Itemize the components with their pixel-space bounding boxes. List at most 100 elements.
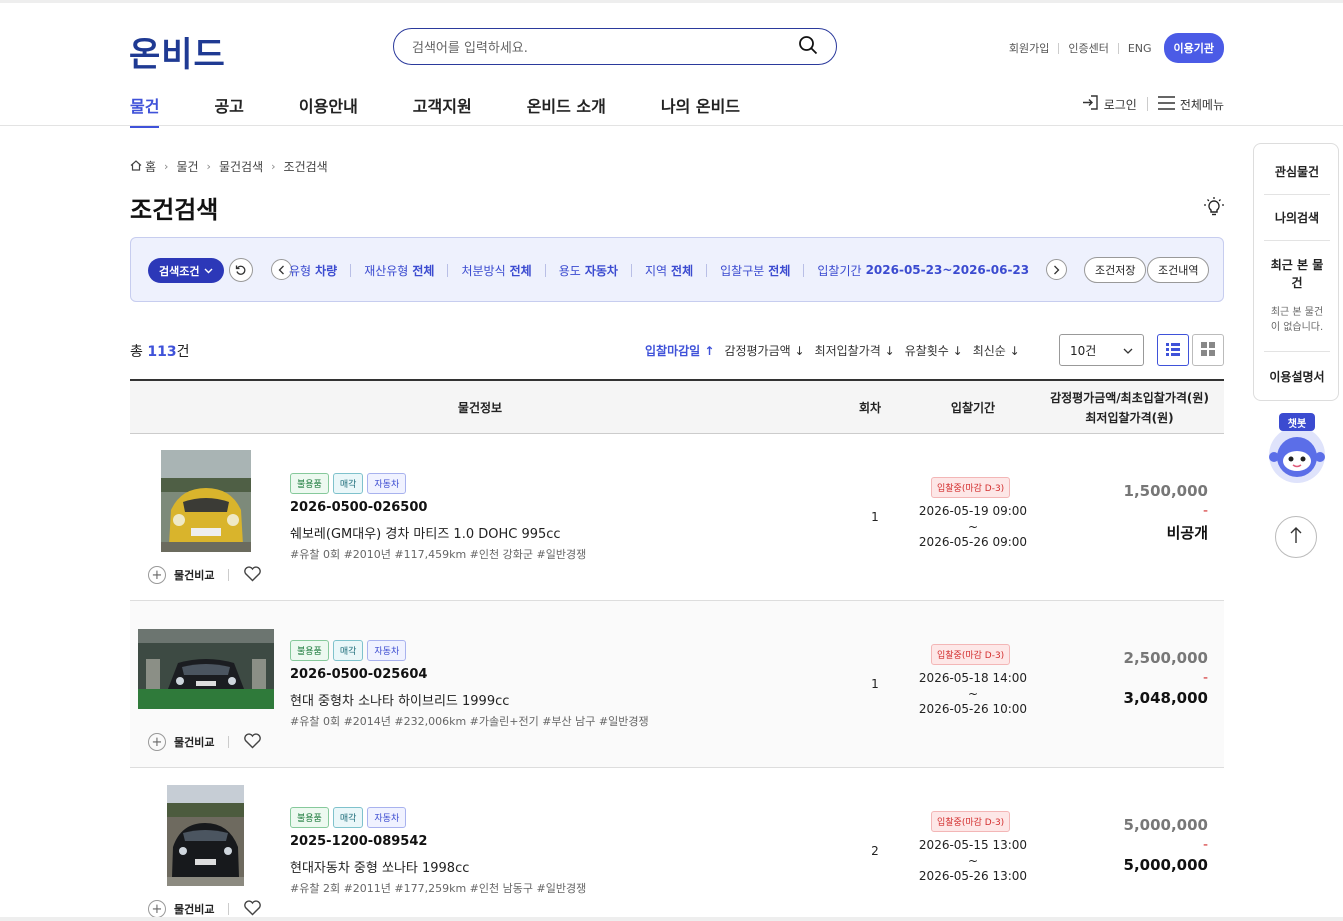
chevron-down-icon bbox=[1123, 343, 1133, 357]
nav-item-goods[interactable]: 물건 bbox=[130, 84, 160, 128]
heart-icon[interactable] bbox=[243, 565, 262, 585]
table-row[interactable]: + 물건비교 불용품 매각 자동차 2025-1200-089542 현대자동차… bbox=[130, 768, 1224, 918]
bid-period: 2026-05-18 14:00 ~ 2026-05-26 10:00 bbox=[910, 669, 1036, 719]
sort-appraisal[interactable]: 감정평가금액 ↓ bbox=[724, 342, 804, 359]
save-condition-button[interactable]: 조건저장 bbox=[1084, 257, 1147, 283]
condition-bid-type[interactable]: 입찰구분 전체 bbox=[720, 262, 817, 279]
table-row[interactable]: + 물건비교 불용품 매각 자동차 2026-0500-025604 현대 중형… bbox=[130, 601, 1224, 768]
nav-item-about[interactable]: 온비드 소개 bbox=[527, 84, 606, 128]
onbid-logo[interactable]: 온비드 bbox=[129, 27, 226, 76]
grid-view-button[interactable] bbox=[1192, 334, 1224, 366]
item-photo[interactable] bbox=[138, 629, 274, 709]
nav-item-my-onbid[interactable]: 나의 온비드 bbox=[661, 84, 740, 128]
divider bbox=[228, 569, 230, 581]
list-view-button[interactable] bbox=[1157, 334, 1189, 366]
recent-items-empty: 최근 본 물건 이 없습니다. bbox=[1262, 305, 1332, 335]
divider bbox=[1146, 97, 1148, 111]
page-size-select[interactable]: 10건 bbox=[1059, 334, 1144, 366]
english-link[interactable]: ENG bbox=[1128, 42, 1152, 55]
reset-icon[interactable] bbox=[229, 258, 253, 282]
item-tags: 불용품 매각 자동차 bbox=[290, 807, 407, 828]
recent-empty-line2: 이 없습니다. bbox=[1270, 322, 1324, 333]
scroll-right-icon[interactable] bbox=[1046, 259, 1067, 280]
search-placeholder[interactable]: 검색어를 입력하세요. bbox=[412, 37, 528, 56]
nav-item-guide[interactable]: 이용안내 bbox=[299, 84, 358, 128]
condition-disposal-method[interactable]: 처분방식 전체 bbox=[461, 262, 558, 279]
login-icon[interactable] bbox=[1082, 94, 1099, 114]
tag-surplus: 불용품 bbox=[290, 807, 329, 828]
plus-icon[interactable]: + bbox=[148, 566, 166, 584]
chevron-down-icon bbox=[204, 264, 213, 277]
tag-sale: 매각 bbox=[332, 807, 364, 828]
heart-icon[interactable] bbox=[243, 899, 262, 919]
scroll-top-button[interactable] bbox=[1275, 516, 1317, 558]
table-header: 물건정보 회차 입찰기간 감정평가금액/최초입찰가격(원) 최저입찰가격(원) bbox=[130, 379, 1224, 434]
condition-property-type[interactable]: 재산유형 전체 bbox=[364, 262, 461, 279]
grid-icon bbox=[1201, 341, 1215, 360]
search-condition-button[interactable]: 검색조건 bbox=[148, 258, 225, 283]
user-manual-link[interactable]: 이용설명서 bbox=[1254, 368, 1340, 385]
header-divider bbox=[0, 125, 1343, 126]
chatbot-button[interactable]: 챗봇 bbox=[1266, 413, 1328, 483]
plus-icon[interactable]: + bbox=[148, 900, 166, 918]
sort-bid-deadline[interactable]: 입찰마감일 ↑ bbox=[645, 342, 714, 359]
heart-icon[interactable] bbox=[243, 732, 262, 752]
col-info: 물건정보 bbox=[457, 400, 503, 415]
condition-list: 유형 차량 재산유형 전체 처분방식 전체 용도 자동차 지역 전체 입찰구분 전체 입찰기… bbox=[289, 259, 1049, 281]
hamburger-icon[interactable] bbox=[1157, 95, 1175, 113]
search-input[interactable]: 검색어를 입력하세요. bbox=[393, 28, 837, 65]
breadcrumb-goods[interactable]: 물건 bbox=[176, 158, 198, 175]
item-number[interactable]: 2026-0500-025604 bbox=[290, 667, 427, 682]
home-icon[interactable] bbox=[130, 159, 142, 174]
signup-link[interactable]: 회원가입 bbox=[1009, 40, 1049, 56]
min-bid-price: 5,000,000 bbox=[1123, 856, 1208, 874]
compare-button[interactable]: 물건비교 bbox=[174, 567, 214, 583]
search-icon[interactable] bbox=[798, 35, 818, 59]
nav-item-support[interactable]: 고객지원 bbox=[413, 84, 472, 128]
col-period: 입찰기간 bbox=[950, 400, 996, 415]
sort-options: 입찰마감일 ↑ 감정평가금액 ↓ 최저입찰가격 ↓ 유찰횟수 ↓ 최신순 ↓ bbox=[645, 342, 1030, 359]
status-badge: 입찰중(마감 D-3) bbox=[931, 477, 1011, 498]
item-name[interactable]: 쉐보레(GM대우) 경차 마티즈 1.0 DOHC 995cc bbox=[290, 523, 561, 542]
condition-region[interactable]: 지역 전체 bbox=[645, 262, 720, 279]
condition-bid-period[interactable]: 입찰기간 2026-05-23~2026-06-23 bbox=[817, 262, 1029, 279]
login-link[interactable]: 로그인 bbox=[1104, 96, 1137, 113]
top-border bbox=[0, 0, 1343, 3]
breadcrumb-goods-search[interactable]: 물건검색 bbox=[219, 158, 263, 175]
sort-min-price[interactable]: 최저입찰가격 ↓ bbox=[815, 342, 895, 359]
chevron-right-icon: › bbox=[206, 160, 211, 173]
nav-item-notice[interactable]: 공고 bbox=[214, 84, 243, 128]
compare-button[interactable]: 물건비교 bbox=[174, 901, 214, 917]
item-name[interactable]: 현대 중형차 소나타 하이브리드 1999cc bbox=[290, 690, 509, 709]
item-number[interactable]: 2026-0500-026500 bbox=[290, 500, 427, 515]
lightbulb-icon[interactable] bbox=[1203, 196, 1225, 222]
bid-period: 2026-05-15 13:00 ~ 2026-05-26 13:00 bbox=[910, 836, 1036, 886]
organization-button[interactable]: 이용기관 bbox=[1163, 33, 1224, 63]
breadcrumb-home[interactable]: 홈 bbox=[145, 158, 156, 175]
favorite-items-link[interactable]: 관심물건 bbox=[1254, 163, 1340, 180]
condition-usage[interactable]: 용도 자동차 bbox=[559, 262, 645, 279]
compare-button[interactable]: 물건비교 bbox=[174, 734, 214, 750]
condition-type[interactable]: 유형 차량 bbox=[289, 262, 364, 279]
breadcrumb: 홈 › 물건 › 물건검색 › 조건검색 bbox=[130, 158, 328, 175]
price-dash: - bbox=[1202, 837, 1208, 853]
my-search-link[interactable]: 나의검색 bbox=[1254, 209, 1340, 226]
sort-latest[interactable]: 최신순 ↓ bbox=[973, 342, 1020, 359]
sort-fail-count[interactable]: 유찰횟수 ↓ bbox=[905, 342, 963, 359]
table-row[interactable]: + 물건비교 불용품 매각 자동차 2026-0500-026500 쉐보레(G… bbox=[130, 434, 1224, 601]
item-photo[interactable] bbox=[161, 450, 251, 552]
item-photo[interactable] bbox=[167, 785, 244, 886]
appraisal-price: 2,500,000 bbox=[1123, 649, 1208, 667]
certificate-center-link[interactable]: 인증센터 bbox=[1068, 40, 1108, 56]
item-number[interactable]: 2025-1200-089542 bbox=[290, 834, 427, 849]
total-count: 총 113건 bbox=[130, 344, 190, 360]
item-meta: #유찰 0회 #2014년 #232,006km #가솔린+전기 #부산 남구 … bbox=[290, 715, 649, 728]
all-menu-link[interactable]: 전체메뉴 bbox=[1180, 96, 1224, 113]
condition-history-button[interactable]: 조건내역 bbox=[1147, 257, 1210, 283]
min-bid-price: 비공개 bbox=[1166, 524, 1208, 542]
plus-icon[interactable]: + bbox=[148, 733, 166, 751]
item-tags: 불용품 매각 자동차 bbox=[290, 640, 407, 661]
tag-sale: 매각 bbox=[332, 640, 364, 661]
bid-end: 2026-05-26 10:00 bbox=[918, 702, 1028, 716]
item-name[interactable]: 현대자동차 중형 쏘나타 1998cc bbox=[290, 857, 469, 876]
